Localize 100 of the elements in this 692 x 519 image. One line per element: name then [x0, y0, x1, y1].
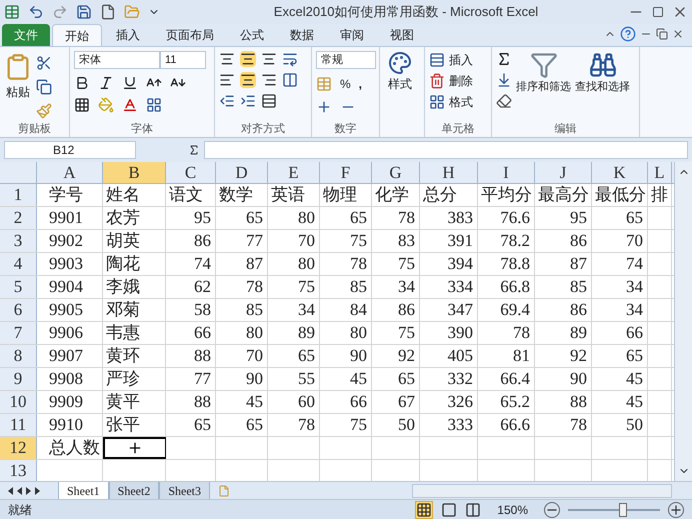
- comma-button[interactable]: ,: [358, 75, 362, 93]
- align-middle-icon[interactable]: [240, 51, 256, 67]
- cut-icon[interactable]: [36, 55, 52, 71]
- align-bottom-icon[interactable]: [261, 51, 277, 67]
- ribbon-tab[interactable]: 页面布局: [154, 24, 226, 46]
- zoom-in-icon[interactable]: [668, 502, 684, 518]
- column-header[interactable]: C: [166, 162, 216, 183]
- row-header[interactable]: 13: [0, 460, 37, 481]
- row-header[interactable]: 10: [0, 391, 37, 413]
- column-header[interactable]: H: [420, 162, 478, 183]
- column-header[interactable]: E: [268, 162, 320, 183]
- copy-icon[interactable]: [36, 79, 52, 95]
- help-icon[interactable]: [620, 26, 636, 42]
- horizontal-scrollbar[interactable]: [412, 484, 672, 498]
- row-header[interactable]: 2: [0, 207, 37, 229]
- window-title: Excel2010如何使用常用函数 - Microsoft Excel: [272, 3, 540, 22]
- ribbon-tab[interactable]: 开始: [52, 24, 102, 46]
- column-header[interactable]: K: [592, 162, 648, 183]
- table-cell: 75: [320, 414, 372, 436]
- cells-menu-button[interactable]: 删除: [429, 72, 473, 90]
- row-header[interactable]: 11: [0, 414, 37, 436]
- border-icon[interactable]: [74, 97, 90, 113]
- cells-menu-button[interactable]: 插入: [429, 51, 473, 69]
- page-break-icon[interactable]: [465, 502, 482, 518]
- zoom-slider[interactable]: [568, 502, 660, 516]
- sort-filter-button[interactable]: 排序和筛选: [516, 51, 571, 96]
- styles-button[interactable]: 样式: [384, 51, 416, 93]
- table-cell: 80: [320, 322, 372, 344]
- name-box[interactable]: B12: [4, 141, 136, 159]
- sheet-tab[interactable]: Sheet3: [159, 482, 210, 500]
- row-header[interactable]: 5: [0, 276, 37, 298]
- row-header[interactable]: 1: [0, 184, 37, 206]
- align-left-icon[interactable]: [219, 72, 235, 88]
- row-header[interactable]: 12: [0, 437, 37, 459]
- row-header[interactable]: 9: [0, 368, 37, 390]
- wrap-text-icon[interactable]: [282, 51, 298, 67]
- save-icon[interactable]: [76, 4, 92, 20]
- align-right-icon[interactable]: [261, 72, 277, 88]
- close-icon[interactable]: [672, 28, 684, 40]
- row-header[interactable]: 4: [0, 253, 37, 275]
- page-layout-icon[interactable]: [441, 502, 458, 518]
- table-cell: 50: [592, 414, 648, 436]
- file-tab[interactable]: 文件: [2, 24, 50, 46]
- column-header[interactable]: F: [320, 162, 372, 183]
- ribbon-tab[interactable]: 插入: [104, 24, 152, 46]
- sheet-tab[interactable]: Sheet1: [58, 482, 109, 500]
- row-header[interactable]: 3: [0, 230, 37, 252]
- vertical-scrollbar[interactable]: [674, 162, 692, 481]
- restore-icon[interactable]: [656, 28, 668, 40]
- new-file-icon[interactable]: [100, 4, 116, 20]
- align-top-icon[interactable]: [219, 51, 235, 67]
- paste-button[interactable]: 粘贴: [4, 51, 32, 101]
- column-header[interactable]: D: [216, 162, 268, 183]
- zoom-out-icon[interactable]: [544, 502, 560, 518]
- ribbon-tab[interactable]: 数据: [278, 24, 326, 46]
- table-cell: 90: [216, 368, 268, 390]
- column-header[interactable]: L: [648, 162, 672, 183]
- font-size-field[interactable]: 11: [160, 51, 206, 69]
- table-cell: 66: [592, 322, 648, 344]
- maximize-icon[interactable]: [652, 6, 664, 18]
- row-header[interactable]: 6: [0, 299, 37, 321]
- indent-decrease-icon[interactable]: [219, 93, 235, 109]
- merge-icon[interactable]: [282, 72, 298, 88]
- cells-menu-button[interactable]: 格式: [429, 93, 473, 111]
- column-header[interactable]: G: [372, 162, 420, 183]
- font-name-field[interactable]: 宋体: [74, 51, 160, 69]
- column-header[interactable]: B: [103, 162, 166, 183]
- number-format-field[interactable]: 常规: [316, 51, 376, 69]
- clear-icon[interactable]: [496, 93, 512, 109]
- fill-icon[interactable]: [496, 72, 512, 88]
- column-header[interactable]: I: [478, 162, 535, 183]
- table-cell: 45: [592, 391, 648, 413]
- row-header[interactable]: 7: [0, 322, 37, 344]
- zoom-level[interactable]: 150%: [489, 500, 536, 518]
- table-cell: 严珍: [103, 368, 166, 390]
- column-header[interactable]: J: [535, 162, 592, 183]
- active-cell[interactable]: [103, 437, 166, 459]
- normal-view-icon[interactable]: [415, 500, 434, 518]
- ribbon-tab[interactable]: 审阅: [328, 24, 376, 46]
- ribbon-tab[interactable]: 视图: [378, 24, 426, 46]
- table-cell: 332: [420, 368, 478, 390]
- underline-icon[interactable]: [122, 75, 138, 91]
- italic-icon[interactable]: [98, 75, 114, 91]
- sheet-tab[interactable]: Sheet2: [108, 482, 160, 500]
- increase-decimal-icon[interactable]: [316, 99, 332, 115]
- row-header[interactable]: 8: [0, 345, 37, 367]
- table-cell: 李娥: [103, 276, 166, 298]
- fill-color-icon[interactable]: [98, 97, 114, 113]
- table-cell: 34: [592, 299, 648, 321]
- zoom-slider-thumb[interactable]: [619, 502, 628, 516]
- align-center-icon[interactable]: [240, 72, 256, 88]
- formula-field[interactable]: [204, 141, 688, 159]
- group-label: 单元格: [440, 122, 476, 137]
- find-select-button[interactable]: 查找和选择: [575, 51, 630, 96]
- table-cell: 9904: [37, 276, 103, 298]
- indent-increase-icon[interactable]: [240, 93, 256, 109]
- ribbon-tab[interactable]: 公式: [228, 24, 276, 46]
- font-color-icon[interactable]: [122, 97, 138, 113]
- percent-button[interactable]: %: [340, 75, 351, 93]
- undo-icon[interactable]: [28, 4, 44, 20]
